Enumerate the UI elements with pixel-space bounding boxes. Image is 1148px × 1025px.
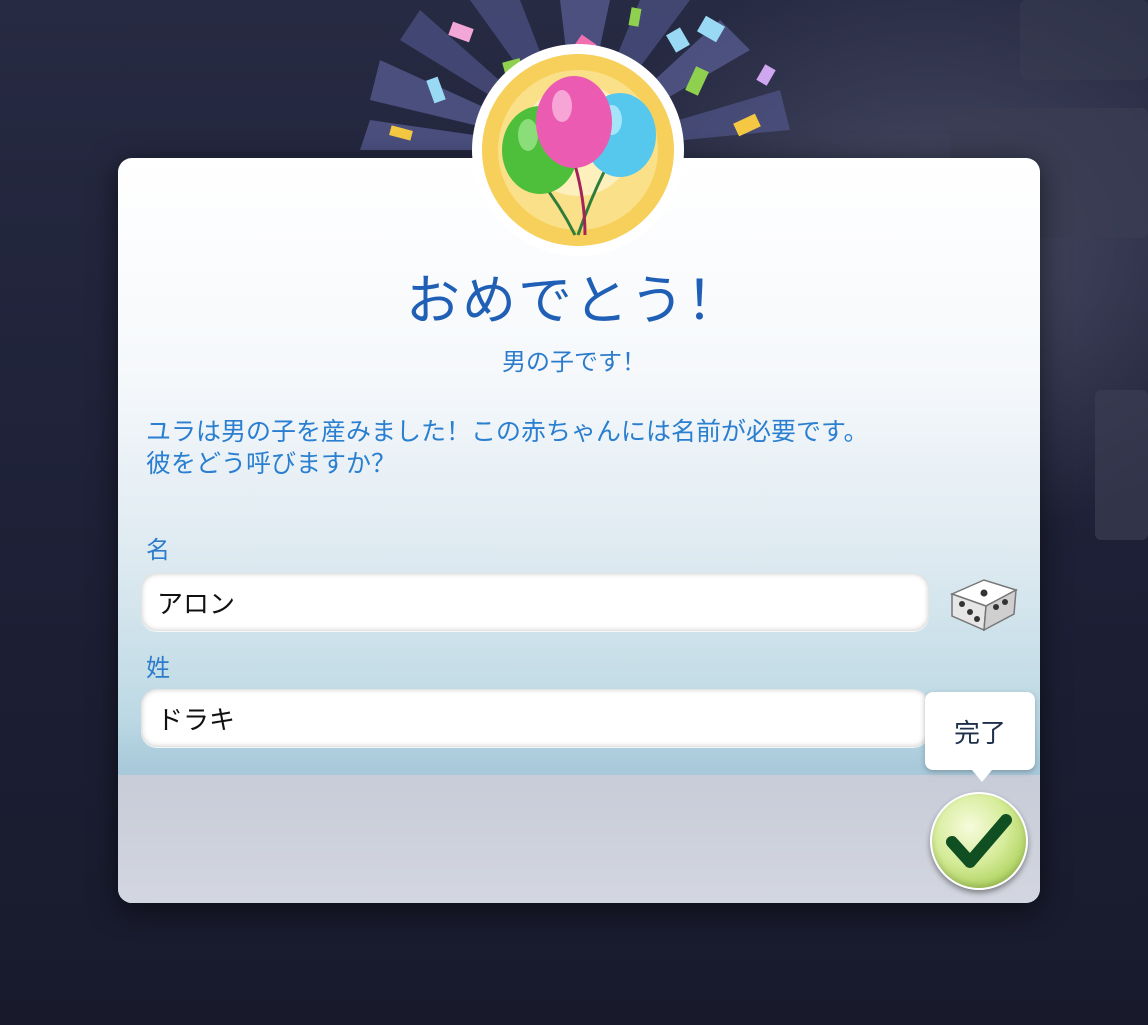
first-name-input[interactable] xyxy=(141,573,929,631)
background-table xyxy=(1095,390,1148,540)
dialog-title: おめでとう！ xyxy=(406,269,742,332)
background-shelf xyxy=(1020,0,1148,80)
last-name-label: 姓 xyxy=(146,654,170,682)
dialog-message-line1: ユラは男の子を産みました！この赤ちゃんには名前が必要です。 xyxy=(146,417,869,446)
first-name-label: 名 xyxy=(146,536,170,564)
checkmark-icon xyxy=(946,814,1012,868)
randomize-name-button[interactable] xyxy=(944,572,1022,634)
dialog-subtitle: 男の子です！ xyxy=(502,348,646,376)
done-button[interactable] xyxy=(930,792,1028,890)
last-name-input[interactable] xyxy=(141,689,929,747)
dice-icon xyxy=(949,579,1018,632)
dialog-message-line2: 彼をどう呼びますか？ xyxy=(146,449,397,478)
done-tooltip: 完了 xyxy=(925,692,1035,782)
dialog-footer xyxy=(118,775,1040,903)
dialog-message: ユラは男の子を産みました！この赤ちゃんには名前が必要です。 彼をどう呼びますか？ xyxy=(146,416,1016,480)
